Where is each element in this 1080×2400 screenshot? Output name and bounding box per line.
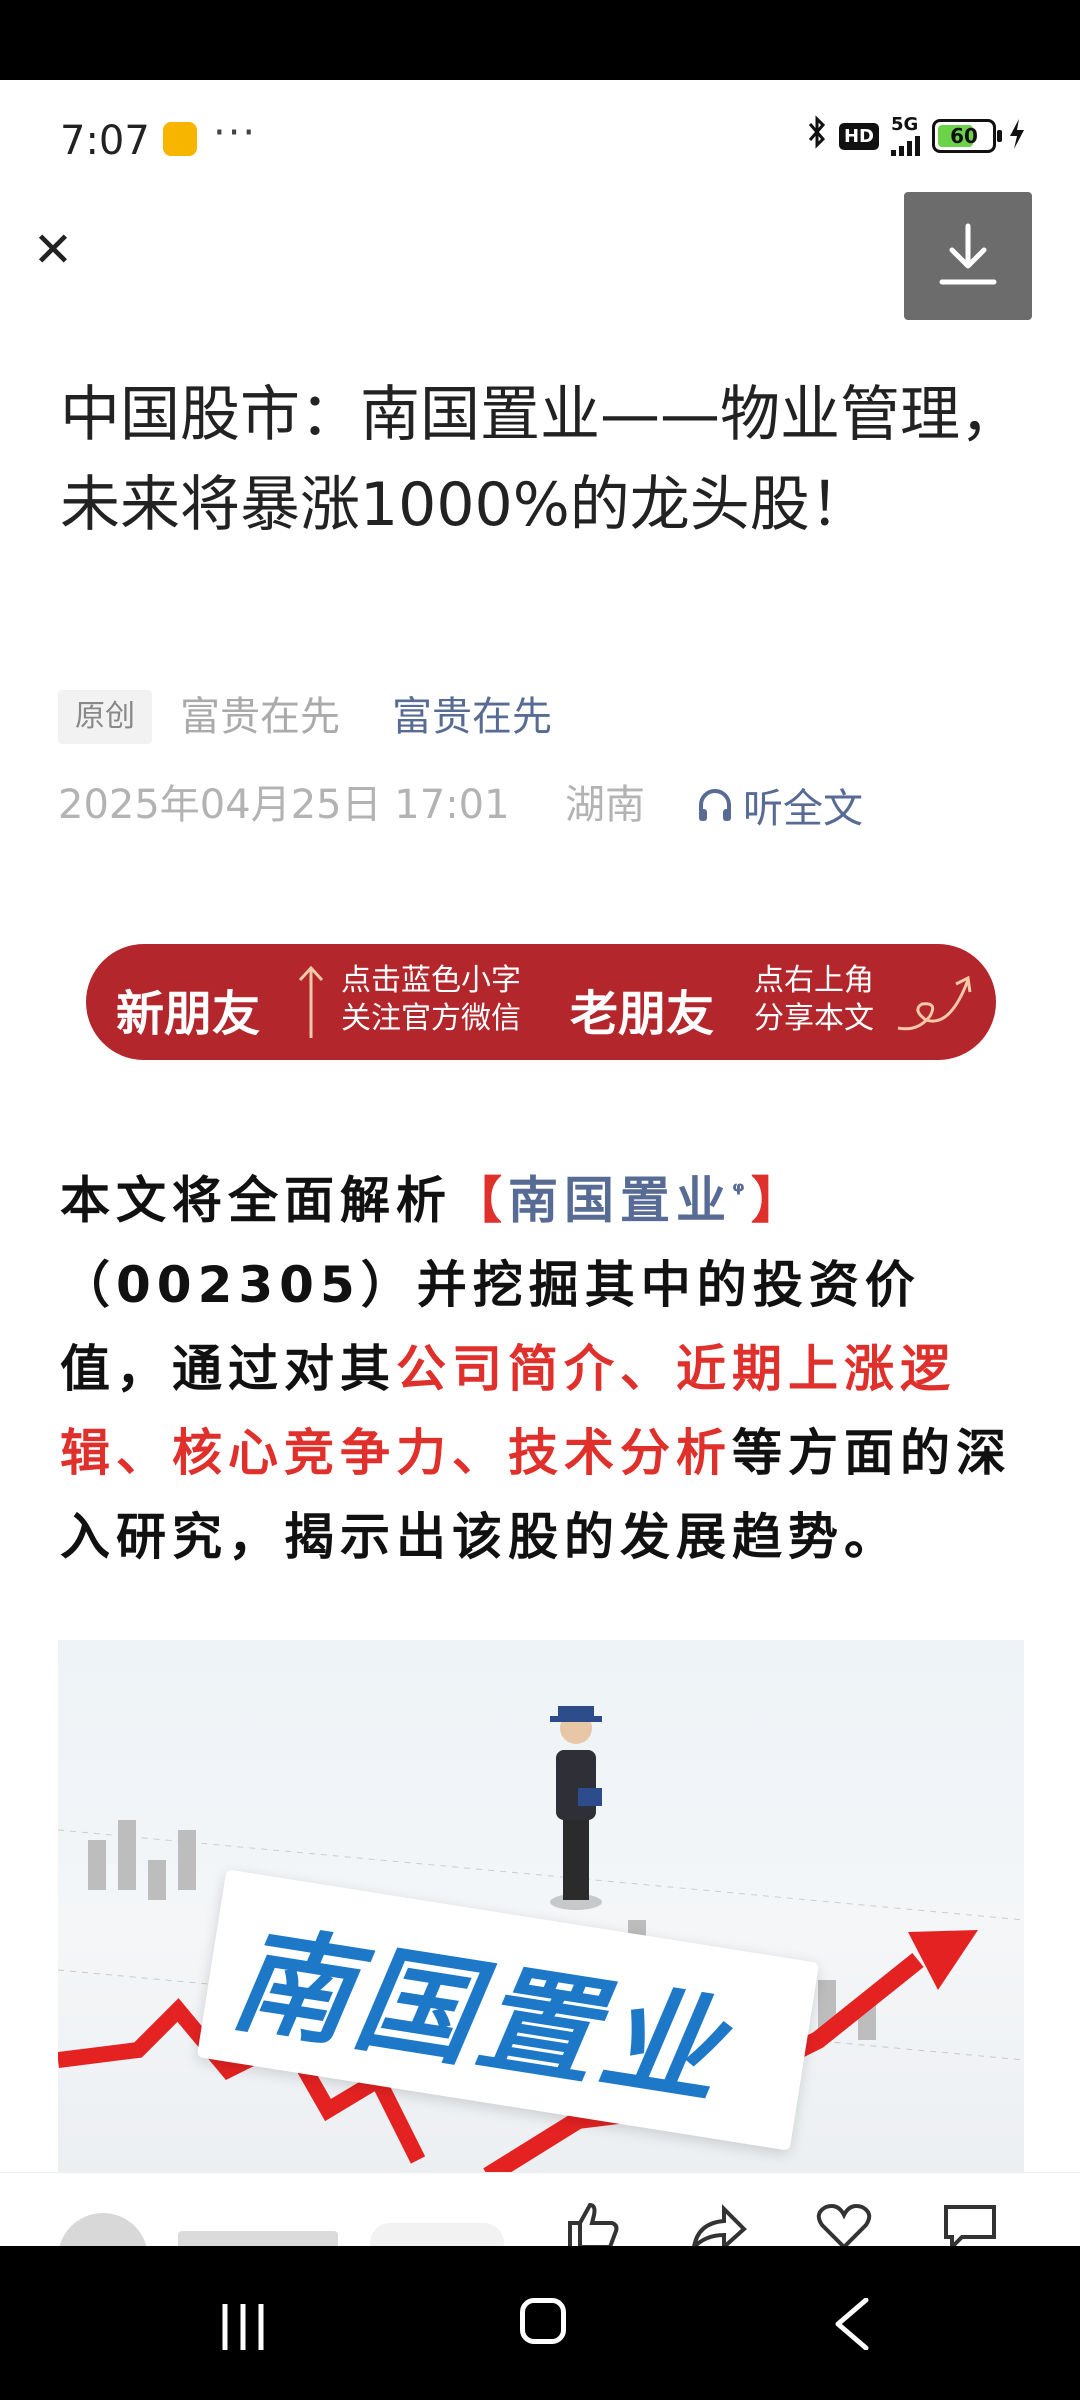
old-friend-tip: 点右上角 分享本文 bbox=[754, 963, 874, 1036]
old-friend-label: 老朋友 bbox=[570, 986, 715, 1042]
search-icon[interactable]: ᵠ bbox=[732, 1177, 751, 1207]
share-icon[interactable] bbox=[688, 2201, 748, 2251]
comment-icon[interactable] bbox=[940, 2201, 1000, 2251]
account-link[interactable]: 富贵在先 bbox=[392, 690, 552, 744]
stock-name-link[interactable]: 南国置业 bbox=[508, 1172, 732, 1230]
charging-icon bbox=[1008, 118, 1026, 154]
back-icon[interactable] bbox=[832, 2298, 872, 2350]
author-name: 富贵在先 bbox=[180, 694, 340, 740]
like-icon[interactable] bbox=[562, 2201, 622, 2251]
notification-app-icon bbox=[163, 122, 197, 156]
bottom-action-bar bbox=[0, 2172, 1080, 2303]
status-time: 7:07 bbox=[60, 118, 150, 164]
hd-voice-icon: HD bbox=[838, 122, 879, 150]
battery-icon: 60 bbox=[932, 119, 1002, 153]
bracket-open: 【 bbox=[452, 1171, 508, 1230]
home-icon[interactable] bbox=[520, 2298, 566, 2344]
curved-arrow-icon bbox=[897, 975, 972, 1031]
publish-datetime: 2025年04月25日 17:01 bbox=[58, 782, 510, 828]
battery-level: 60 bbox=[950, 124, 978, 148]
businessman-figurine bbox=[550, 1706, 602, 1910]
new-friend-tip: 点击蓝色小字 关注官方微信 bbox=[341, 963, 521, 1036]
system-navigation-bar bbox=[0, 2246, 1080, 2400]
bracket-close: 】 bbox=[750, 1171, 807, 1230]
up-arrow-icon bbox=[298, 965, 324, 1038]
article-image[interactable]: 南国置业 bbox=[58, 1640, 1024, 2176]
download-button[interactable] bbox=[904, 192, 1032, 320]
status-bar: 7:07 ··· HD 5G 60 bbox=[0, 80, 1080, 200]
article-paragraph: 本文将全面解析【南国置业ᵠ】（002305）并挖掘其中的投资价值，通过对其公司简… bbox=[60, 1150, 1024, 1579]
article-title: 中国股市：南国置业——物业管理，未来将暴涨1000%的龙头股！ bbox=[60, 380, 1020, 540]
recent-apps-icon[interactable] bbox=[215, 2302, 275, 2352]
signal-icon: 5G bbox=[891, 116, 920, 156]
download-icon bbox=[939, 223, 997, 285]
close-icon[interactable]: ✕ bbox=[28, 225, 78, 275]
new-friend-label: 新朋友 bbox=[116, 986, 261, 1042]
listen-full-text-button[interactable]: 听全文 bbox=[695, 778, 863, 832]
original-badge: 原创 bbox=[58, 690, 152, 744]
listen-label: 听全文 bbox=[743, 786, 863, 832]
follow-share-banner: 新朋友 点击蓝色小字 关注官方微信 老朋友 点右上角 分享本文 bbox=[86, 944, 996, 1060]
headphones-icon bbox=[699, 789, 731, 821]
publish-location: 湖南 bbox=[565, 782, 645, 828]
paragraph-text: 本文将全面解析 bbox=[60, 1171, 452, 1230]
system-icons: HD 5G 60 bbox=[807, 115, 1026, 157]
bluetooth-icon bbox=[807, 115, 827, 157]
favorite-heart-icon[interactable] bbox=[814, 2201, 874, 2251]
more-notifications-icon: ··· bbox=[213, 110, 258, 156]
top-black-bar bbox=[0, 0, 1080, 80]
network-type-label: 5G bbox=[891, 114, 919, 135]
